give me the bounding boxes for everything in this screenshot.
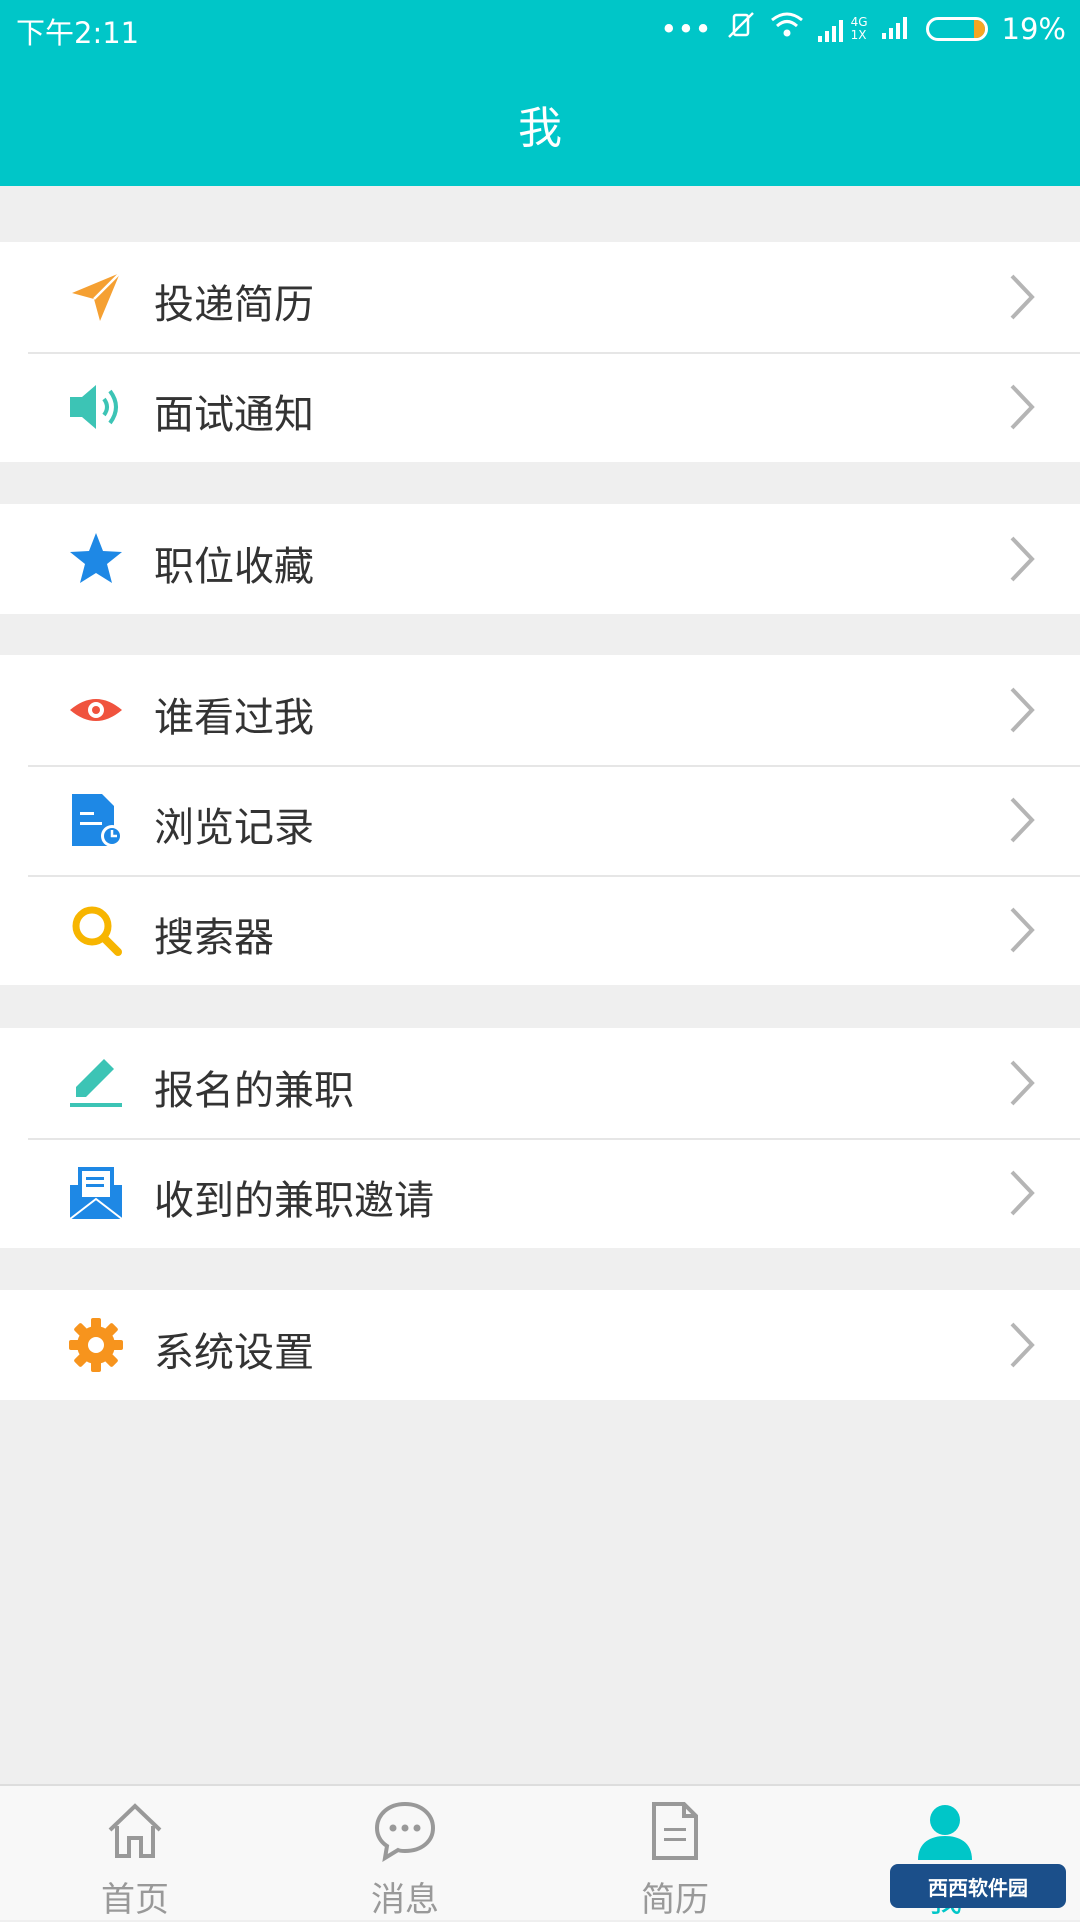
battery-percent: 19% bbox=[1001, 11, 1066, 46]
menu-item-system-settings[interactable]: 系统设置 bbox=[0, 1290, 1080, 1400]
menu-item-label: 收到的兼职邀请 bbox=[154, 1178, 434, 1224]
menu-item-label: 浏览记录 bbox=[154, 805, 314, 851]
menu-item-label: 搜索器 bbox=[154, 915, 274, 961]
network-4g-label: 4G bbox=[850, 14, 868, 29]
menu-item-applied-part-time[interactable]: 报名的兼职 bbox=[0, 1028, 1080, 1138]
menu-group-part-time: 报名的兼职 收到的兼职邀请 bbox=[0, 1028, 1080, 1248]
bottom-tab-bar: 首页 消息 简历 我 西西软件园 bbox=[0, 1784, 1080, 1920]
eye-icon bbox=[68, 682, 124, 738]
app-header: 下午2:11 ••• 4G 1X 19% 我 bbox=[0, 0, 1080, 186]
send-resume-icon bbox=[68, 269, 124, 325]
menu-item-job-favorites[interactable]: 职位收藏 bbox=[0, 504, 1080, 614]
resume-icon bbox=[644, 1800, 706, 1862]
menu-item-label: 报名的兼职 bbox=[154, 1068, 354, 1114]
chevron-right-icon bbox=[1008, 534, 1036, 584]
user-icon bbox=[914, 1800, 976, 1862]
status-icons: ••• 4G 1X 19% bbox=[660, 10, 1066, 47]
menu-group-favorites: 职位收藏 bbox=[0, 504, 1080, 614]
menu-item-searcher[interactable]: 搜索器 bbox=[0, 875, 1080, 985]
menu-item-part-time-invitations[interactable]: 收到的兼职邀请 bbox=[0, 1138, 1080, 1248]
menu-group-resume: 投递简历 面试通知 bbox=[0, 242, 1080, 462]
menu-item-label: 谁看过我 bbox=[154, 695, 314, 741]
menu-item-browse-history[interactable]: 浏览记录 bbox=[0, 765, 1080, 875]
menu-item-interview-notice[interactable]: 面试通知 bbox=[0, 352, 1080, 462]
edit-icon bbox=[68, 1055, 124, 1111]
gear-icon bbox=[68, 1317, 124, 1373]
chevron-right-icon bbox=[1008, 1168, 1036, 1218]
chevron-right-icon bbox=[1008, 1058, 1036, 1108]
menu-group-settings: 系统设置 bbox=[0, 1290, 1080, 1400]
more-dots-icon: ••• bbox=[660, 11, 712, 46]
tab-label: 首页 bbox=[101, 1880, 169, 1920]
battery-fill bbox=[973, 19, 985, 38]
chevron-right-icon bbox=[1008, 795, 1036, 845]
message-icon bbox=[374, 1800, 436, 1862]
battery-icon bbox=[925, 16, 988, 41]
signal-icon bbox=[881, 12, 912, 46]
speaker-icon bbox=[68, 379, 124, 435]
tab-resume[interactable]: 简历 bbox=[540, 1786, 810, 1922]
chevron-right-icon bbox=[1008, 905, 1036, 955]
menu-item-send-resume[interactable]: 投递简历 bbox=[0, 242, 1080, 352]
wifi-icon bbox=[770, 11, 804, 46]
status-time: 下午2:11 bbox=[16, 16, 140, 50]
network-1x-label: 1X bbox=[850, 27, 867, 42]
star-icon bbox=[68, 531, 124, 587]
menu-item-label: 面试通知 bbox=[154, 392, 314, 438]
history-icon bbox=[68, 792, 124, 848]
chevron-right-icon bbox=[1008, 1320, 1036, 1370]
menu-item-label: 投递简历 bbox=[154, 282, 314, 328]
tab-label: 消息 bbox=[371, 1880, 439, 1920]
chevron-right-icon bbox=[1008, 382, 1036, 432]
menu-item-label: 职位收藏 bbox=[154, 544, 314, 590]
menu-item-label: 系统设置 bbox=[154, 1330, 314, 1376]
tab-messages[interactable]: 消息 bbox=[270, 1786, 540, 1922]
signal-4g-icon: 4G 1X bbox=[817, 14, 868, 42]
chevron-right-icon bbox=[1008, 685, 1036, 735]
home-icon bbox=[104, 1800, 166, 1862]
vibrate-off-icon bbox=[726, 10, 756, 47]
watermark-logo: 西西软件园 bbox=[890, 1864, 1066, 1908]
menu-item-who-viewed-me[interactable]: 谁看过我 bbox=[0, 655, 1080, 765]
status-bar: 下午2:11 ••• 4G 1X 19% bbox=[0, 0, 1080, 58]
chevron-right-icon bbox=[1008, 272, 1036, 322]
search-icon bbox=[68, 902, 124, 958]
watermark-text: 西西软件园 bbox=[928, 1875, 1028, 1900]
tab-label: 简历 bbox=[641, 1880, 709, 1920]
tab-home[interactable]: 首页 bbox=[0, 1786, 270, 1922]
menu-group-activity: 谁看过我 浏览记录 搜索器 bbox=[0, 655, 1080, 985]
mail-icon bbox=[68, 1165, 124, 1221]
page-title: 我 bbox=[518, 103, 562, 154]
